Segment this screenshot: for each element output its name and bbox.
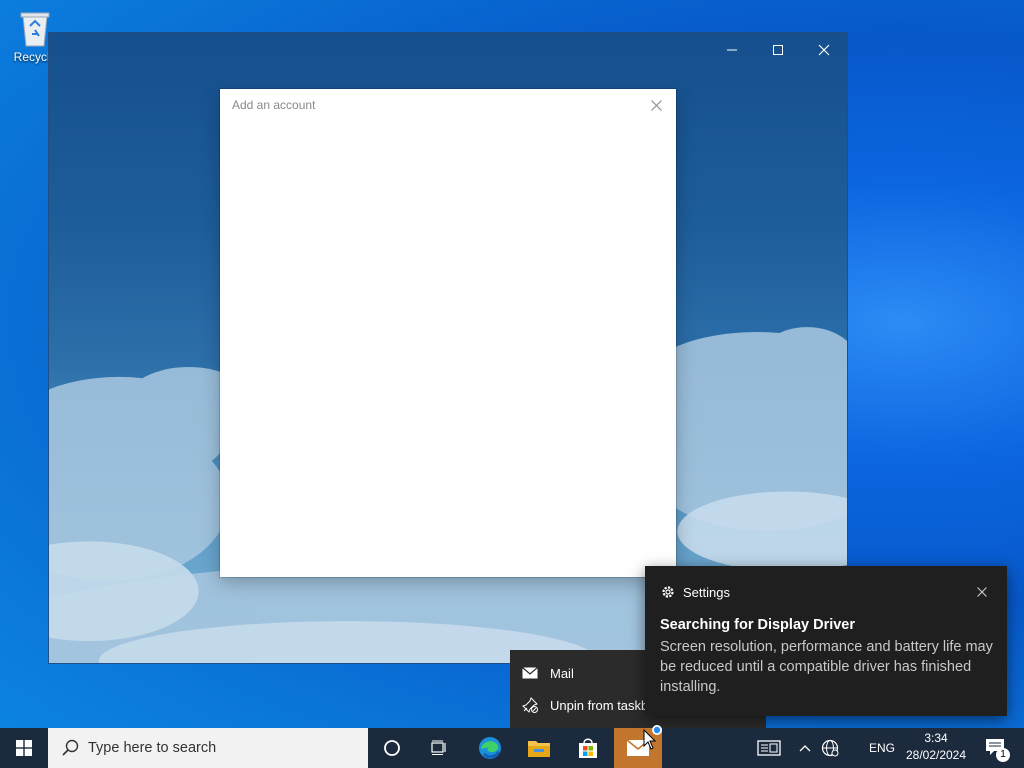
language-indicator[interactable]: ENG <box>864 728 900 768</box>
close-icon <box>977 587 987 597</box>
news-icon <box>757 740 781 756</box>
edge-icon <box>479 737 501 759</box>
toast-heading: Searching for Display Driver <box>660 617 856 633</box>
taskbar-store[interactable] <box>564 728 612 768</box>
store-icon <box>579 738 597 758</box>
maximize-button[interactable] <box>755 33 801 67</box>
notification-toast[interactable]: Settings Searching for Display Driver Sc… <box>645 566 1007 716</box>
task-view-icon <box>431 740 446 755</box>
jumplist-item-label: Unpin from taskba <box>550 697 656 713</box>
cortana-icon <box>384 740 400 756</box>
mouse-cursor-icon <box>643 729 657 750</box>
news-widget-button[interactable] <box>750 728 788 768</box>
minimize-button[interactable] <box>709 33 755 67</box>
dialog-close-button[interactable] <box>648 97 664 113</box>
notification-count-badge: 1 <box>996 748 1010 762</box>
jumplist-item-label: Mail <box>550 665 574 681</box>
show-hidden-icons-button[interactable] <box>794 728 816 768</box>
taskbar: Type here to search ENG 3:34 28/02/2024 … <box>0 725 1024 768</box>
close-button[interactable] <box>801 33 847 67</box>
taskbar-search-box[interactable]: Type here to search <box>48 728 368 768</box>
add-account-dialog: Add an account <box>220 89 676 577</box>
taskbar-clock[interactable]: 3:34 28/02/2024 <box>900 730 972 764</box>
close-icon <box>818 44 830 56</box>
mail-icon <box>510 667 550 679</box>
dialog-title: Add an account <box>232 98 316 112</box>
minimize-icon <box>727 49 737 51</box>
taskbar-file-explorer[interactable] <box>515 728 563 768</box>
toast-app-name: Settings <box>683 585 730 600</box>
windows-icon <box>16 740 32 756</box>
unpin-icon <box>510 697 550 713</box>
search-placeholder: Type here to search <box>88 740 217 756</box>
search-icon <box>62 739 79 756</box>
taskbar-edge[interactable] <box>466 728 514 768</box>
globe-icon <box>821 739 839 757</box>
clock-time: 3:34 <box>924 731 948 745</box>
chevron-up-icon <box>799 745 811 752</box>
action-center-button[interactable]: 1 <box>980 728 1012 768</box>
cortana-button[interactable] <box>368 728 416 768</box>
folder-icon <box>528 741 550 757</box>
toast-close-button[interactable] <box>977 584 987 602</box>
start-button[interactable] <box>0 728 48 768</box>
gear-icon <box>661 585 675 604</box>
toast-body: Screen resolution, performance and batte… <box>660 639 993 695</box>
task-view-button[interactable] <box>416 728 464 768</box>
clock-date: 28/02/2024 <box>905 748 967 762</box>
close-icon <box>650 99 662 111</box>
network-button[interactable] <box>818 728 842 768</box>
maximize-icon <box>773 45 783 55</box>
